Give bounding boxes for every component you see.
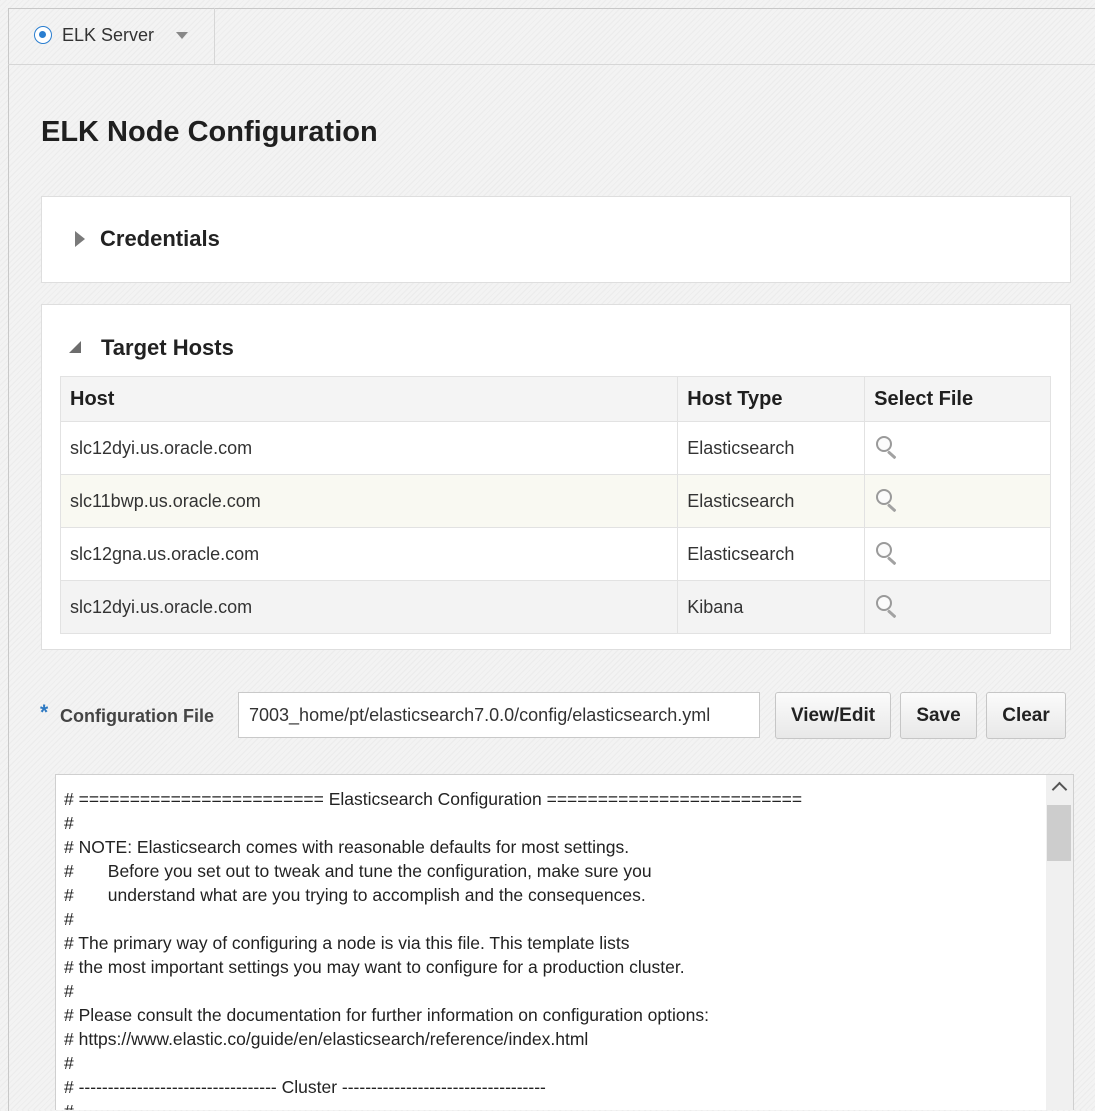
code-line: # [64,909,74,929]
code-line: # [64,1099,802,1110]
table-row[interactable]: slc11bwp.us.oracle.com Elasticsearch [59,474,1051,528]
hosts-table: Host Host Type Select File slc12dyi.us.o… [59,376,1051,634]
code-line: # [64,1053,74,1073]
clear-button[interactable]: Clear [986,692,1066,739]
code-line: # understand what are you trying to acco… [64,885,646,905]
search-icon[interactable] [874,541,900,567]
select-file-cell [864,421,1051,475]
host-type-cell: Elasticsearch [677,474,866,528]
required-marker: * [40,701,49,724]
column-header-host[interactable]: Host [59,376,679,422]
credentials-panel: Credentials [41,196,1071,283]
code-line: # [64,813,74,833]
column-header-select-file[interactable]: Select File [864,376,1051,422]
host-type-cell: Elasticsearch [677,527,866,581]
code-line: # [64,981,74,1001]
code-line: # https://www.elastic.co/guide/en/elasti… [64,1029,589,1049]
code-line: # The primary way of configuring a node … [64,933,630,953]
code-line: # the most important settings you may wa… [64,957,685,977]
expand-arrow-icon[interactable] [75,231,85,247]
credentials-title[interactable]: Credentials [100,226,220,252]
table-row[interactable]: slc12dyi.us.oracle.com Elasticsearch [59,421,1051,475]
column-header-host-type[interactable]: Host Type [677,376,866,422]
server-label: ELK Server [62,25,155,45]
table-row[interactable]: slc12dyi.us.oracle.com Kibana [59,580,1051,634]
target-hosts-panel: Target Hosts Host Host Type Select File … [41,304,1071,650]
view-edit-button[interactable]: View/Edit [775,692,891,739]
collapse-arrow-icon[interactable] [69,341,81,353]
code-line: # ---------------------------------- Clu… [64,1077,546,1097]
search-icon[interactable] [874,488,900,514]
select-file-cell [864,527,1051,581]
vertical-scrollbar[interactable] [1046,775,1073,1110]
host-cell: slc12gna.us.oracle.com [59,527,679,581]
code-line: # ======================== Elasticsearch… [64,789,803,809]
configuration-file-input[interactable] [238,692,760,738]
scroll-thumb[interactable] [1047,805,1071,861]
server-selector[interactable]: ELK Server [8,8,215,64]
page-title: ELK Node Configuration [41,116,378,148]
host-type-cell: Kibana [677,580,866,634]
scroll-up-icon[interactable] [1051,781,1068,798]
configuration-file-label: Configuration File [60,706,214,726]
host-cell: slc11bwp.us.oracle.com [59,474,679,528]
select-file-cell [864,580,1051,634]
top-bar: ELK Server [8,8,1095,65]
code-line: # Please consult the documentation for f… [64,1005,709,1025]
save-button[interactable]: Save [900,692,977,739]
config-file-lines: # ======================== Elasticsearch… [64,787,802,1110]
config-file-textarea[interactable]: # ======================== Elasticsearch… [55,774,1074,1110]
table-row[interactable]: slc12gna.us.oracle.com Elasticsearch [59,527,1051,581]
host-type-cell: Elasticsearch [677,421,866,475]
select-file-cell [864,474,1051,528]
code-line: # NOTE: Elasticsearch comes with reasona… [64,837,630,857]
code-line: # Before you set out to tweak and tune t… [64,861,652,881]
search-icon[interactable] [874,594,900,620]
search-icon[interactable] [874,435,900,461]
radio-selected-icon [34,26,52,44]
host-cell: slc12dyi.us.oracle.com [59,421,679,475]
caret-down-icon[interactable] [176,32,188,39]
target-hosts-title[interactable]: Target Hosts [101,335,234,361]
host-cell: slc12dyi.us.oracle.com [59,580,679,634]
table-header-row: Host Host Type Select File [59,376,1051,422]
